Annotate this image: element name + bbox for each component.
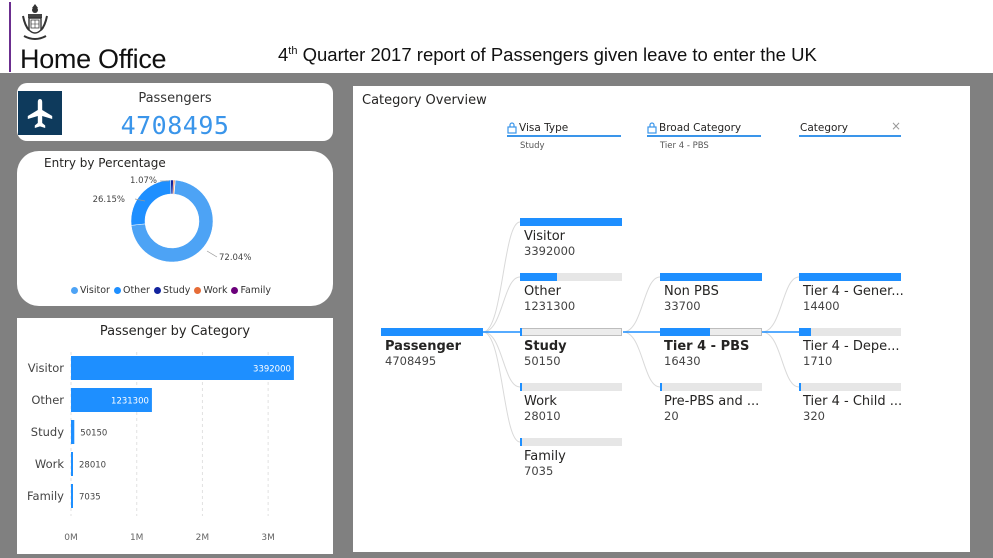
node-bar-track: [520, 438, 622, 446]
y-category-label: Family: [27, 489, 64, 503]
kpi-value: 4708495: [120, 111, 230, 140]
node-label: Tier 4 - Child ...: [803, 394, 903, 409]
node-label: Study: [524, 339, 567, 354]
title-number: 4: [278, 44, 289, 65]
bar-work[interactable]: [71, 452, 73, 476]
legend-label: Other: [122, 285, 150, 296]
x-tick-label: 3M: [261, 533, 275, 543]
node-bar-track: [799, 383, 901, 391]
node-value: 33700: [664, 299, 701, 313]
y-category-label: Other: [31, 393, 64, 407]
node-label: Visitor: [524, 229, 565, 244]
legend-label: Visitor: [80, 285, 110, 296]
node-bar-fill: [799, 273, 901, 281]
kpi-label: Passengers: [138, 91, 212, 106]
entry-percentage-card[interactable]: Entry by Percentage 72.04% 26.15% 1.07% Vi…: [17, 151, 333, 306]
donut-data-label: 72.04%: [219, 253, 251, 263]
node-bar-fill: [660, 328, 710, 336]
org-name: Home Office: [20, 44, 167, 74]
node-value: 4708495: [385, 354, 437, 368]
bar-chart-title: Passenger by Category: [99, 324, 251, 339]
legend-dot: [113, 287, 121, 294]
node-bar-fill: [660, 383, 662, 391]
x-tick-label: 1M: [130, 533, 144, 543]
node-label: Pre-PBS and ...: [664, 394, 760, 409]
category-overview-card[interactable]: Category Overview Visa Type Study Broad …: [353, 86, 970, 552]
node-value: 7035: [524, 464, 554, 478]
node-value: 20: [664, 409, 679, 423]
bar-data-label: 3392000: [253, 365, 291, 375]
title-text: Quarter 2017 report of Passengers given …: [297, 44, 817, 65]
passengers-kpi-card[interactable]: Passengers 4708495: [17, 83, 333, 141]
page-title: 4th Quarter 2017 report of Passengers gi…: [278, 44, 817, 66]
legend-label: Study: [162, 285, 191, 296]
node-value: 50150: [524, 354, 561, 368]
legend-dot: [194, 287, 202, 294]
bar-data-label: 1231300: [111, 397, 149, 407]
node-label: Tier 4 - PBS: [664, 339, 750, 354]
donut-data-label: 1.07%: [130, 176, 157, 186]
bar-study[interactable]: [71, 420, 75, 444]
bar-chart[interactable]: 0M 1M 2M 3M Visitor 3392000 Other 1231300 Study 5…: [17, 344, 333, 554]
node-bar-track: [520, 328, 622, 336]
legend-item-study[interactable]: Study: [153, 285, 191, 296]
donut-chart[interactable]: 72.04% 26.15% 1.07%: [17, 171, 333, 301]
node-label: Other: [524, 284, 561, 299]
node-value: 16430: [664, 354, 701, 368]
royal-crest-icon: [20, 2, 50, 44]
bar-family[interactable]: [71, 484, 73, 508]
node-label: Tier 4 - Depe...: [803, 339, 900, 354]
bar-data-label: 50150: [80, 429, 107, 439]
node-label: Family: [524, 449, 566, 464]
tree-connectors: [482, 221, 800, 443]
donut-title: Entry by Percentage: [44, 156, 166, 170]
donut-data-label: 26.15%: [93, 195, 125, 205]
node-bar-track: [520, 383, 622, 391]
donut-leader-line: [206, 250, 218, 258]
node-bar-fill: [520, 273, 557, 281]
y-category-label: Study: [31, 425, 64, 439]
legend-label: Work: [203, 285, 228, 296]
passenger-category-card[interactable]: Passenger by Category 0M 1M 2M 3M Visitor 339…: [17, 318, 333, 554]
header-accent-bar: [9, 2, 11, 72]
node-label: Passenger: [385, 339, 462, 354]
node-bar-fill: [660, 273, 762, 281]
node-bar-fill: [520, 383, 522, 391]
report-header: Home Office 4th Quarter 2017 report of P…: [0, 0, 993, 74]
node-value: 320: [803, 409, 825, 423]
node-value: 14400: [803, 299, 840, 313]
node-bar-track: [660, 383, 762, 391]
donut-legend: Visitor Other Study Work Family: [71, 285, 275, 296]
legend-dot: [231, 287, 239, 294]
node-label: Tier 4 - Gener...: [803, 284, 904, 299]
donut-slice-other[interactable]: [130, 179, 172, 226]
node-value: 28010: [524, 409, 561, 423]
legend-item-work[interactable]: Work: [194, 285, 227, 296]
node-label: Work: [524, 394, 557, 409]
legend-dot: [153, 287, 161, 294]
legend-item-other[interactable]: Other: [113, 285, 150, 296]
node-bar-fill: [381, 328, 483, 336]
node-bar-fill: [520, 218, 622, 226]
y-category-label: Work: [35, 457, 64, 471]
node-value: 3392000: [524, 244, 576, 258]
node-bar-fill: [799, 383, 801, 391]
legend-dot: [71, 287, 78, 294]
legend-item-family[interactable]: Family: [231, 285, 271, 296]
bar-data-label: 7035: [79, 493, 101, 503]
node-label: Non PBS: [664, 284, 719, 299]
node-bar-track: [799, 328, 901, 336]
legend-label: Family: [240, 285, 272, 296]
x-tick-label: 2M: [196, 533, 210, 543]
node-bar-fill: [520, 328, 522, 336]
y-category-label: Visitor: [28, 361, 65, 375]
node-bar-fill: [520, 438, 522, 446]
legend-item-visitor[interactable]: Visitor: [71, 285, 110, 296]
node-bar-fill: [799, 328, 811, 336]
node-value: 1231300: [524, 299, 576, 313]
bar-data-label: 28010: [79, 461, 106, 471]
x-tick-label: 0M: [64, 533, 78, 543]
node-value: 1710: [803, 354, 833, 368]
